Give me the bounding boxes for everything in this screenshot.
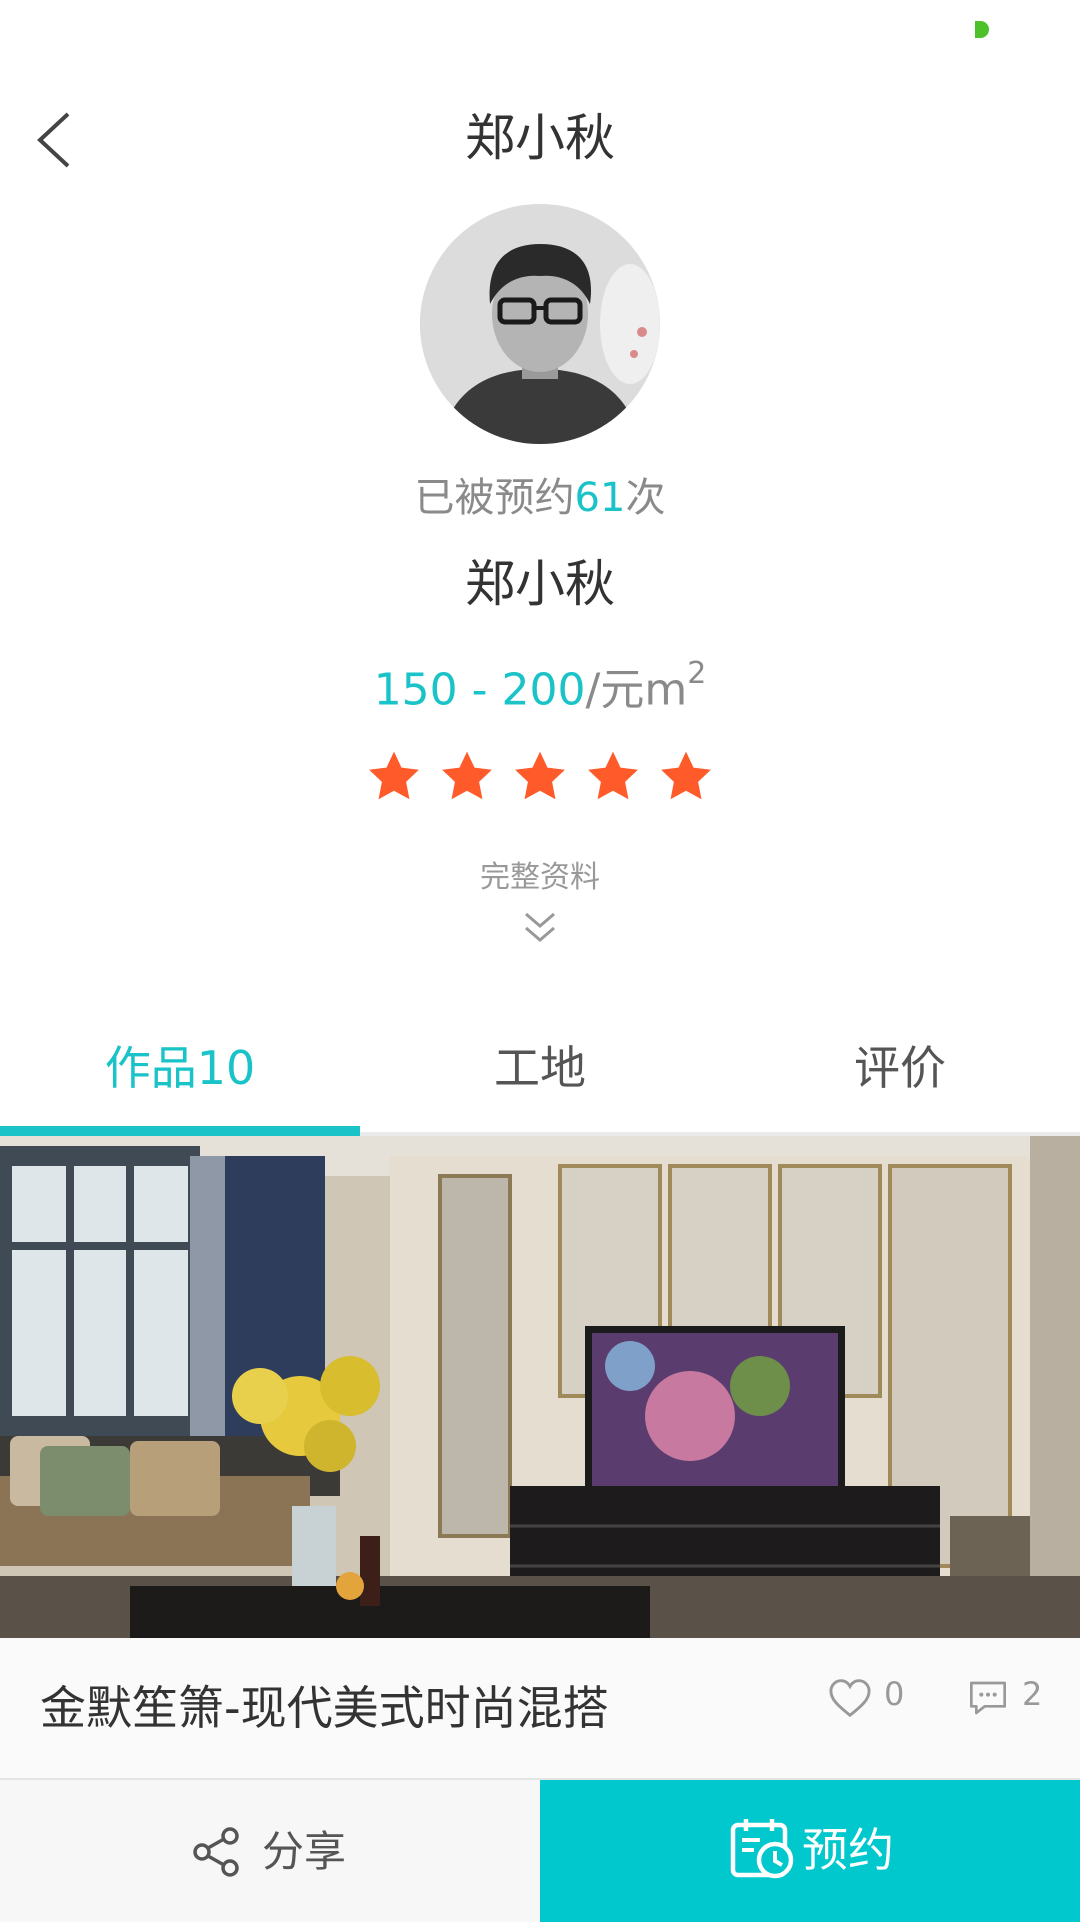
full-profile-link[interactable]: 完整资料 [0, 858, 1080, 898]
comment-count: 2 [1022, 1675, 1043, 1713]
star-icon [515, 751, 565, 800]
battery-indicator-icon [975, 21, 989, 38]
header: 郑小秋 [0, 80, 1080, 200]
work-cover-image[interactable] [0, 1136, 1080, 1638]
tab-site[interactable]: 工地 [360, 1010, 720, 1126]
star-icon [369, 751, 419, 800]
price-unit-superscript: 2 [687, 656, 707, 691]
tab-works[interactable]: 作品10 [0, 1010, 360, 1126]
status-bar [0, 0, 1080, 60]
double-chevron-down-icon[interactable] [520, 908, 560, 948]
work-title[interactable]: 金默笙箫-现代美式时尚混搭 [40, 1676, 609, 1740]
avatar-image [420, 204, 660, 444]
booked-suffix: 次 [625, 475, 666, 521]
share-button[interactable]: 分享 [0, 1780, 540, 1922]
price-unit: /元m [585, 664, 688, 716]
like-count: 0 [884, 1675, 905, 1713]
booked-prefix: 已被预约 [414, 475, 575, 521]
booked-count: 61 [574, 475, 626, 521]
share-label: 分享 [262, 1827, 347, 1876]
page-title: 郑小秋 [465, 109, 615, 167]
tab-bar: 作品10 工地 评价 [0, 1010, 1080, 1136]
calendar-clock-icon [730, 1819, 794, 1879]
price: 150 - 200/元m2 [0, 650, 1080, 721]
designer-name: 郑小秋 [465, 555, 615, 613]
living-room-photo [0, 1136, 1080, 1638]
book-label: 预约 [802, 1823, 894, 1877]
book-button[interactable]: 预约 [540, 1780, 1080, 1922]
tab-reviews[interactable]: 评价 [720, 1010, 1080, 1126]
star-icon [442, 751, 492, 800]
booked-count-text: 已被预约61次 [0, 472, 1080, 524]
tab-active-indicator [0, 1126, 360, 1136]
work-info-bar[interactable]: 金默笙箫-现代美式时尚混搭 [0, 1638, 1080, 1778]
star-icon [661, 751, 711, 800]
share-icon [193, 1827, 239, 1877]
rating-stars [365, 748, 715, 808]
comment-icon[interactable] [968, 1678, 1008, 1718]
avatar[interactable] [420, 204, 660, 444]
heart-icon[interactable] [828, 1678, 872, 1718]
star-icon [588, 751, 638, 800]
price-range: 150 - 200 [373, 664, 586, 716]
bottom-action-bar: 分享 预约 [0, 1778, 1080, 1922]
